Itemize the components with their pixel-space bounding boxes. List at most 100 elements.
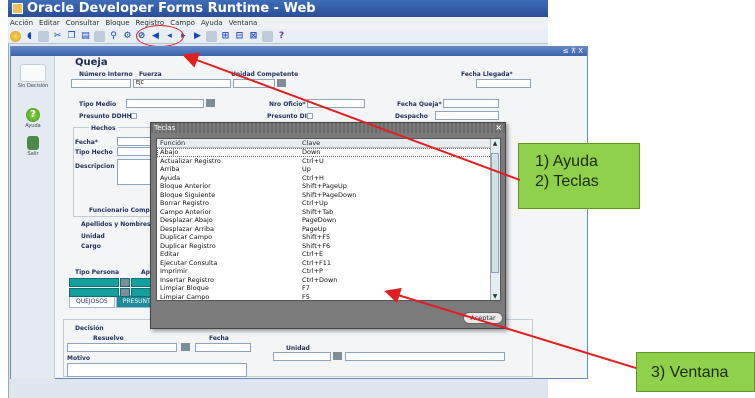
table-cell-lov[interactable] — [120, 278, 130, 287]
list-item[interactable]: Abajo Down — [157, 148, 500, 157]
blank-document-icon — [20, 64, 46, 82]
paste-icon[interactable]: ▤ — [80, 31, 91, 42]
list-item[interactable]: Limpiar Campo F5 — [157, 292, 500, 301]
fecha2-field[interactable] — [195, 343, 251, 352]
numero-interno-field[interactable] — [71, 79, 131, 88]
key-function: Insertar Registro — [160, 275, 214, 284]
key-function: Desplazar Abajo — [160, 216, 213, 224]
menu-ayuda[interactable]: Ayuda — [201, 17, 223, 29]
motivo-field[interactable] — [67, 363, 247, 377]
key-function: Bloque Siguiente — [160, 190, 216, 199]
list-item[interactable]: Duplicar Campo Shift+F5 — [157, 233, 500, 242]
scroll-down-icon[interactable]: ▼ — [491, 293, 499, 300]
close-icon[interactable]: × — [495, 123, 502, 133]
list-item[interactable]: Ejecutar Consulta Ctrl+F11 — [157, 259, 500, 268]
screenshot: Oracle Developer Forms Runtime - Web Acc… — [0, 0, 755, 398]
despacho-select[interactable] — [435, 111, 499, 120]
menu-accion[interactable]: Acción — [10, 17, 33, 29]
list-item[interactable]: Imprimir Ctrl+P — [157, 267, 500, 276]
list-item[interactable]: Ayuda Ctrl+H — [157, 174, 500, 183]
dialog-title: Teclas — [154, 124, 176, 132]
tipo-medio-field[interactable] — [126, 99, 204, 108]
list-item[interactable]: Campo Anterior Shift+Tab — [157, 208, 500, 217]
key-binding: Down — [302, 148, 321, 156]
table-cell[interactable] — [69, 278, 119, 287]
key-function: Actualizar Registro — [160, 156, 221, 165]
fecha-label: Fecha* — [75, 139, 98, 146]
fuerza-field[interactable]: EJC — [133, 79, 231, 88]
list-item[interactable]: Insertar Registro Ctrl+Down — [157, 276, 500, 285]
keys-list[interactable]: Función Clave Abajo Down Actualizar Regist… — [156, 138, 501, 301]
window-title: Oracle Developer Forms Runtime - Web — [27, 1, 316, 16]
motivo-label: Motivo — [67, 355, 91, 362]
unidad2-lov-button[interactable] — [333, 352, 342, 360]
list-item[interactable]: Bloque Siguiente Shift+PageDown — [157, 191, 500, 200]
list-item[interactable]: Arriba Up — [157, 165, 500, 174]
presunto-ddhh-checkbox[interactable] — [131, 113, 137, 119]
help-icon[interactable]: ? — [276, 31, 287, 42]
fecha-llegada-field[interactable] — [476, 79, 531, 88]
key-binding: Ctrl+E — [302, 250, 324, 258]
menu-consultar[interactable]: Consultar — [66, 17, 100, 29]
execute-query-icon[interactable]: ⚙ — [122, 31, 133, 42]
fecha-llegada-label: Fecha Llegada* — [461, 71, 513, 78]
key-binding: F5 — [302, 292, 310, 301]
key-binding: Up — [302, 165, 311, 173]
resuelve-lov-button[interactable] — [181, 343, 190, 351]
list-item[interactable]: Duplicar Registro Shift+F6 — [157, 242, 500, 251]
next-block-icon[interactable]: ▶ — [192, 31, 203, 42]
list-item[interactable]: Editar Ctrl+E — [157, 250, 500, 259]
table-cell-lov[interactable] — [120, 288, 130, 297]
presunto-dih-label: Presunto DIH — [267, 113, 312, 120]
menu-editar[interactable]: Editar — [39, 17, 60, 29]
scrollbar[interactable]: ▲ ▼ — [490, 139, 500, 300]
menu-bloque[interactable]: Bloque — [105, 17, 129, 29]
unidad-competente-field[interactable] — [233, 79, 275, 88]
sidebar-item-salir[interactable]: Salir — [15, 136, 51, 157]
fecha-queja-field[interactable] — [443, 99, 499, 108]
keys-list-body: Abajo Down Actualizar Registro Ctrl+U Arriba… — [157, 148, 500, 301]
resuelve-field[interactable] — [67, 343, 177, 352]
form-window-controls[interactable]: ≤ ⊼ X — [563, 47, 583, 55]
list-item[interactable]: Desplazar Abajo PageDown — [157, 216, 500, 225]
insert-record-icon[interactable]: ⊞ — [220, 31, 231, 42]
separator-icon — [38, 30, 49, 42]
presunto-dih-checkbox[interactable] — [307, 113, 313, 119]
cut-icon[interactable]: ✂ — [52, 31, 63, 42]
callout-ventana: 3) Ventana — [636, 352, 755, 392]
section-title: Queja — [75, 57, 108, 68]
unidad2-field[interactable] — [273, 352, 331, 361]
sidebar-item-sin-decision[interactable]: Sin Decisión — [15, 64, 51, 89]
list-item[interactable]: Desplazar Arriba PageUp — [157, 225, 500, 234]
lock-record-icon[interactable]: ⊠ — [248, 31, 259, 42]
key-binding: Shift+Tab — [302, 207, 334, 216]
scrollbar-thumb[interactable] — [491, 153, 499, 273]
query-icon[interactable]: ⚲ — [108, 31, 119, 42]
table-row[interactable] — [69, 278, 161, 287]
table-row[interactable] — [69, 288, 161, 297]
sidebar-item-ayuda[interactable]: ? Ayuda — [15, 108, 51, 129]
tipo-hecho-label: Tipo Hecho — [75, 149, 113, 156]
scroll-up-icon[interactable]: ▲ — [491, 140, 499, 148]
key-function: Limpiar Bloque — [160, 284, 209, 292]
copy-icon[interactable]: ❐ — [66, 31, 77, 42]
table-cell[interactable] — [69, 288, 119, 297]
menu-ventana[interactable]: Ventana — [229, 17, 258, 29]
list-item[interactable]: Actualizar Registro Ctrl+U — [157, 157, 500, 166]
list-item[interactable]: Bloque Anterior Shift+PageUp — [157, 182, 500, 191]
unidad2-desc-field[interactable] — [345, 352, 505, 361]
save-icon[interactable] — [10, 30, 21, 42]
key-function: Duplicar Registro — [160, 241, 216, 250]
unidad-lov-button[interactable] — [277, 79, 286, 87]
decision-label: Decisión — [75, 325, 104, 332]
exit-icon[interactable]: ◖ — [24, 31, 35, 42]
accept-button[interactable]: Aceptar — [463, 312, 503, 324]
key-binding: Shift+PageUp — [302, 182, 347, 190]
nro-oficio-field[interactable] — [307, 99, 365, 108]
list-item[interactable]: Limpiar Bloque F7 — [157, 284, 500, 293]
delete-record-icon[interactable]: ⊟ — [234, 31, 245, 42]
tipo-persona-label: Tipo Persona — [75, 269, 120, 276]
list-item[interactable]: Borrar Registro Ctrl+Up — [157, 199, 500, 208]
tipo-medio-lov-button[interactable] — [206, 99, 215, 107]
tipo-medio-label: Tipo Medio — [79, 101, 117, 108]
